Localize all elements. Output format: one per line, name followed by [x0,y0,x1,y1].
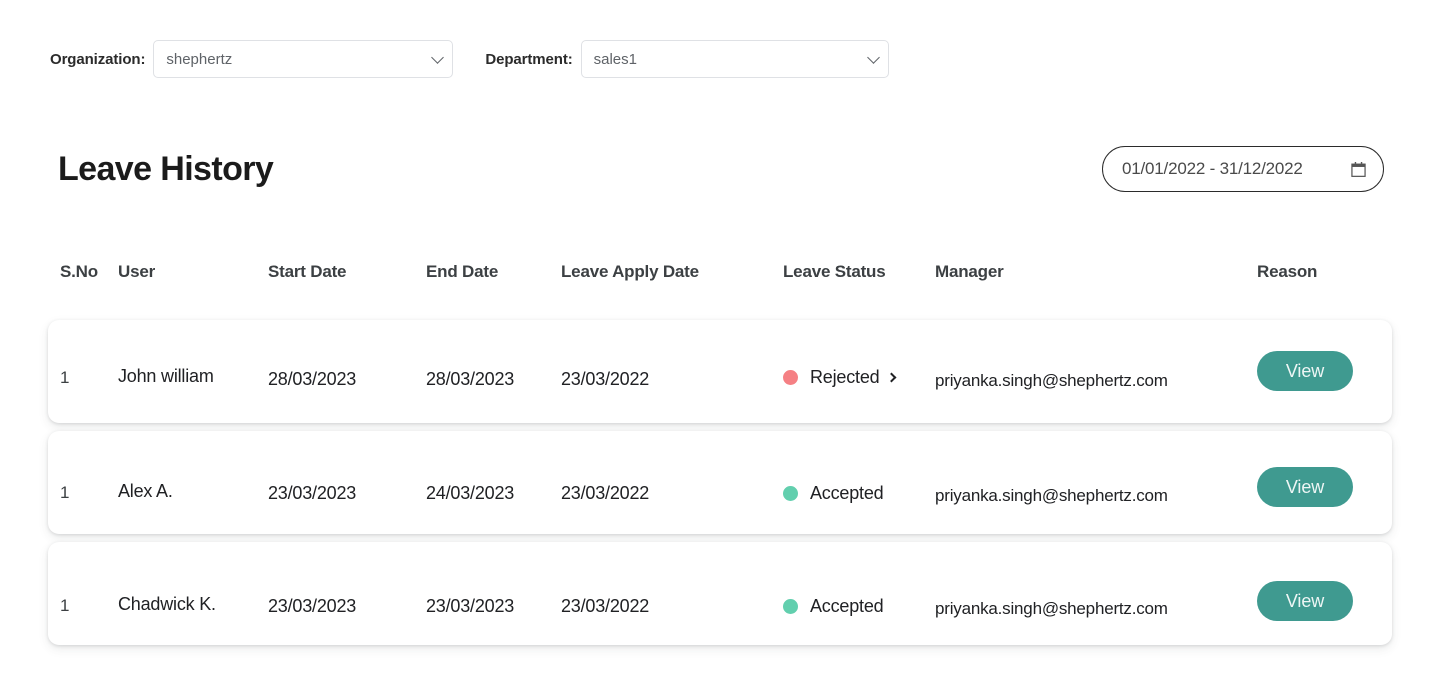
organization-filter: Organization: shephertz [50,40,454,78]
department-filter: Department: sales1 [485,40,889,78]
status-badge[interactable]: Accepted [783,483,935,504]
cell-start-date: 23/03/2023 [268,482,357,503]
status-dot-icon [783,598,798,614]
view-reason-button[interactable]: View [1257,467,1353,507]
cell-manager: priyanka.singh@shephertz.com [935,599,1168,618]
table-row-content: 1 Alex A. 23/03/2023 24/03/2023 23/03/20… [60,467,1392,513]
table-header-row: S.No User Start Date End Date Leave Appl… [48,262,1392,302]
organization-label: Organization: [50,50,146,68]
cell-reason: View [1257,581,1387,626]
column-header-start-date: Start Date [268,262,347,281]
view-reason-button[interactable]: View [1257,351,1353,391]
column-header-apply-date: Leave Apply Date [561,262,699,281]
calendar-icon [1351,161,1366,177]
cell-user: Chadwick K. [118,593,216,614]
table-row[interactable]: 1 Chadwick K. 23/03/2023 23/03/2023 23/0… [48,542,1392,645]
cell-start-date: 23/03/2023 [268,595,357,616]
column-header-end-date: End Date [426,262,499,281]
table-row-content: 1 Chadwick K. 23/03/2023 23/03/2023 23/0… [60,581,1392,626]
cell-reason: View [1257,467,1387,513]
table-body: 1 John william 28/03/2023 28/03/2023 23/… [48,320,1392,645]
table-row[interactable]: 1 John william 28/03/2023 28/03/2023 23/… [48,320,1392,423]
status-dot-icon [783,369,798,385]
status-label: Accepted [810,595,884,616]
cell-apply-date: 23/03/2022 [561,368,650,389]
chevron-right-icon[interactable] [887,372,897,382]
view-reason-button[interactable]: View [1257,581,1353,621]
column-header-manager: Manager [935,262,1004,281]
status-badge[interactable]: Accepted [783,596,935,617]
cell-apply-date: 23/03/2022 [561,595,650,616]
status-label: Accepted [810,482,884,503]
leave-history-table: S.No User Start Date End Date Leave Appl… [48,262,1392,653]
column-header-user: User [118,262,156,281]
cell-start-date: 28/03/2023 [268,368,357,389]
column-header-reason: Reason [1257,262,1318,281]
cell-sno: 1 [60,483,70,502]
cell-end-date: 28/03/2023 [426,368,515,389]
cell-end-date: 23/03/2023 [426,595,515,616]
department-label: Department: [485,50,573,68]
column-header-status: Leave Status [783,262,886,281]
table-row-content: 1 John william 28/03/2023 28/03/2023 23/… [60,351,1392,398]
table-row[interactable]: 1 Alex A. 23/03/2023 24/03/2023 23/03/20… [48,431,1392,534]
department-select-wrap: sales1 [580,40,889,78]
cell-user: John william [118,365,214,386]
organization-select[interactable]: shephertz [153,40,454,78]
filter-bar: Organization: shephertz Department: sale… [50,40,889,78]
cell-sno: 1 [60,368,70,387]
cell-user: Alex A. [118,480,173,501]
cell-reason: View [1257,351,1387,398]
date-range-value: 01/01/2022 - 31/12/2022 [1122,159,1303,178]
status-badge[interactable]: Rejected [783,367,935,388]
status-label: Rejected [810,366,880,387]
cell-sno: 1 [60,596,70,615]
organization-select-wrap: shephertz [153,40,454,78]
cell-manager: priyanka.singh@shephertz.com [935,486,1168,505]
department-select[interactable]: sales1 [580,40,889,78]
date-range-picker[interactable]: 01/01/2022 - 31/12/2022 [1102,146,1384,192]
cell-manager: priyanka.singh@shephertz.com [935,371,1168,390]
title-row: Leave History 01/01/2022 - 31/12/2022 [58,141,1384,197]
cell-apply-date: 23/03/2022 [561,482,650,503]
column-header-sno: S.No [60,262,98,281]
leave-history-page: Organization: shephertz Department: sale… [0,0,1440,685]
page-title: Leave History [58,150,274,188]
status-dot-icon [783,485,798,501]
cell-end-date: 24/03/2023 [426,482,515,503]
